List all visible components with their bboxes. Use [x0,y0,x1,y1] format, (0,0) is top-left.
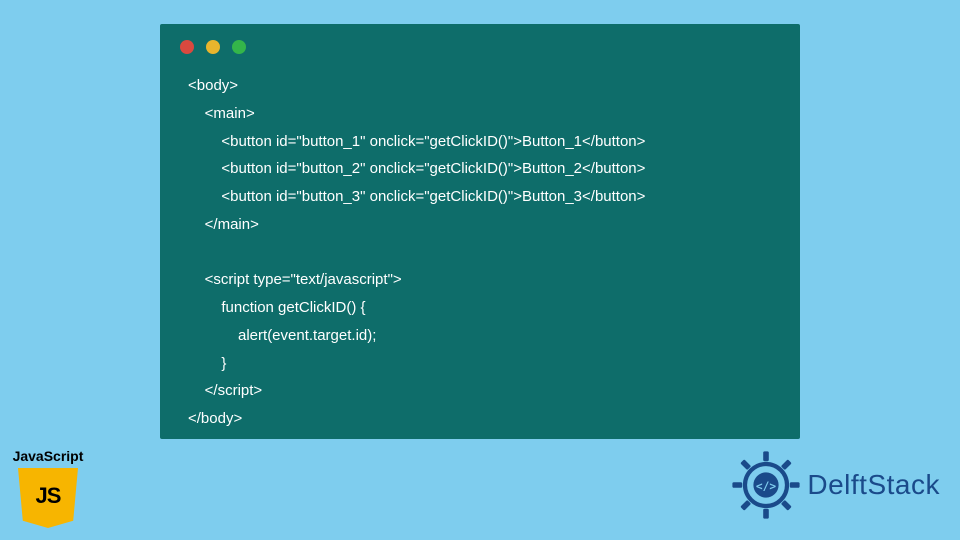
javascript-label: JavaScript [8,448,88,464]
minimize-dot-icon [206,40,220,54]
javascript-badge: JavaScript JS [8,448,88,528]
javascript-logo-icon: JS [18,468,78,528]
code-window: <body> <main> <button id="button_1" oncl… [160,24,800,439]
code-block: <body> <main> <button id="button_1" oncl… [160,62,800,453]
maximize-dot-icon [232,40,246,54]
close-dot-icon [180,40,194,54]
window-controls [160,24,800,62]
delftstack-brand: </> </> DelftStack [731,450,940,520]
js-logo-text: JS [36,483,61,509]
svg-text:</>: </> [756,480,776,493]
delftstack-logo-icon: </> </> [731,450,801,520]
delftstack-text: DelftStack [807,469,940,501]
